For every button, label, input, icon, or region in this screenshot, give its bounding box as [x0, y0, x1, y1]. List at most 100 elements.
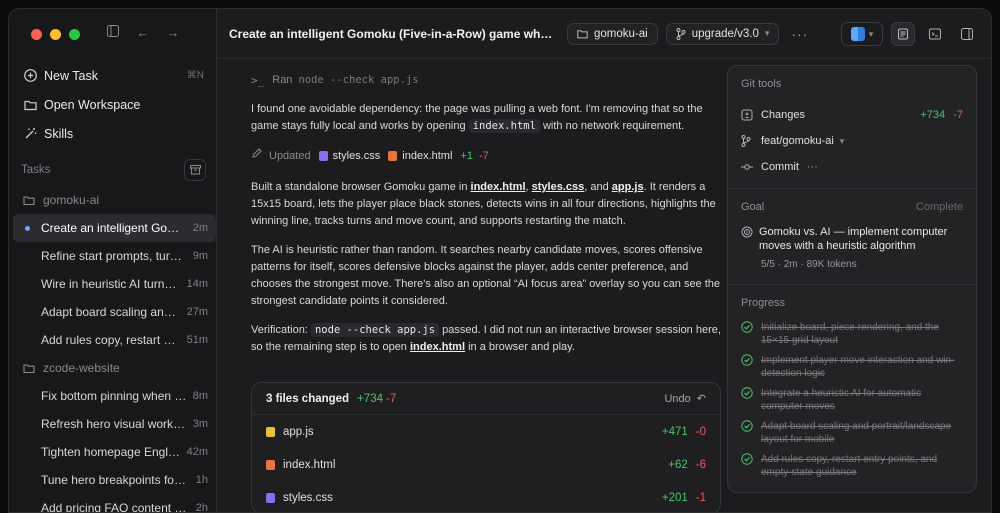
group-name: gomoku-ai: [43, 193, 100, 207]
file-name: index.html: [283, 458, 336, 471]
open-in-finder-button[interactable]: ▾: [841, 22, 883, 46]
progress-item: Integrate a heuristic AI for automatic c…: [741, 387, 963, 413]
files-changed-card: 3 files changed +734 -7 Undo ↶ app.js +4…: [251, 382, 721, 512]
text: Built a standalone browser Gomoku game i…: [251, 181, 468, 193]
message-paragraph: Built a standalone browser Gomoku game i…: [251, 179, 721, 230]
commit-row[interactable]: Commit ···: [741, 154, 963, 180]
task-age: 14m: [186, 278, 208, 290]
workspace-chip[interactable]: gomoku-ai: [567, 22, 658, 45]
folder-icon: [23, 195, 35, 206]
check-circle-icon: [741, 321, 754, 347]
task-group-gomoku-ai[interactable]: gomoku-ai: [13, 186, 216, 214]
git-tools-section: Git tools Changes +734 -7 feat/gomoku-ai…: [728, 66, 976, 189]
changed-file-row[interactable]: styles.css +201 -1: [252, 481, 720, 512]
task-item[interactable]: Tighten homepage English copy 42m: [13, 438, 216, 466]
files-changed-minus: -7: [386, 392, 397, 405]
inline-code: node --check app.js: [310, 323, 440, 337]
skills-button[interactable]: Skills: [21, 119, 206, 148]
new-task-button[interactable]: New Task ⌘N: [21, 61, 206, 90]
archive-icon[interactable]: [184, 159, 206, 181]
changes-row[interactable]: Changes +734 -7: [741, 102, 963, 128]
file-link[interactable]: app.js: [612, 181, 644, 193]
sidebar-toolbar: ← →: [105, 25, 181, 40]
changes-label: Changes: [761, 109, 806, 121]
progress-item: Add rules copy, restart entry points, an…: [741, 453, 963, 479]
progress-item: Initialize board, piece rendering, and t…: [741, 321, 963, 347]
files-changed-title: 3 files changed: [266, 392, 350, 405]
progress-item: Adapt board scaling and portrait/landsca…: [741, 420, 963, 446]
progress-section: Progress Initialize board, piece renderi…: [728, 285, 976, 479]
sidebar-right-icon: [961, 28, 973, 40]
check-circle-icon: [741, 453, 754, 479]
file-plus: +201: [661, 491, 688, 504]
task-item[interactable]: Fix bottom pinning when scrolling 8m: [13, 382, 216, 410]
goal-meta: 5/5 · 2m · 89K tokens: [761, 259, 857, 270]
more-options-icon[interactable]: ···: [791, 26, 808, 42]
message-paragraph: The AI is heuristic rather than random. …: [251, 244, 721, 307]
branch-row[interactable]: feat/gomoku-ai ▾: [741, 128, 963, 154]
task-item[interactable]: Add rules copy, restart entry points 51m: [13, 326, 216, 354]
progress-text: Integrate a heuristic AI for automatic c…: [761, 388, 922, 412]
file-link[interactable]: index.html: [471, 181, 526, 193]
goal-text: Gomoku vs. AI — implement computer moves…: [759, 226, 948, 252]
document-icon: [898, 28, 908, 40]
terminal-toggle[interactable]: [923, 22, 947, 46]
progress-text: Initialize board, piece rendering, and t…: [761, 322, 939, 346]
review-panel-toggle[interactable]: [891, 22, 915, 46]
task-item[interactable]: Wire in heuristic AI turns and scoring 1…: [13, 270, 216, 298]
file-link[interactable]: styles.css: [532, 181, 585, 193]
workspace-name: gomoku-ai: [594, 27, 648, 40]
back-arrow-icon[interactable]: ←: [135, 25, 151, 40]
right-panel-toggle[interactable]: [955, 22, 979, 46]
header: Create an intelligent Gomoku (Five-in-a-…: [217, 9, 991, 59]
task-item[interactable]: Tune hero breakpoints for mobile 1h: [13, 466, 216, 494]
goal-section: Goal Complete Gomoku vs. AI — implement …: [728, 189, 976, 285]
ran-command[interactable]: >_ Ran node --check app.js: [251, 71, 721, 89]
git-branch-icon: [676, 27, 686, 40]
changes-plus: +734: [920, 109, 946, 121]
new-task-label: New Task: [44, 68, 98, 83]
undo-button[interactable]: Undo ↶: [664, 392, 706, 406]
file-name: styles.css: [283, 491, 333, 504]
task-age: 8m: [192, 390, 208, 402]
section-header: Goal Complete: [741, 189, 963, 225]
forward-arrow-icon[interactable]: →: [165, 25, 181, 40]
progress-text: Adapt board scaling and portrait/landsca…: [761, 421, 952, 445]
section-header: Git tools: [741, 66, 963, 102]
undo-arrow-icon: ↶: [696, 393, 706, 405]
task-title: Create an intelligent Gomoku (Five-in-a-…: [41, 221, 187, 235]
more-options-icon[interactable]: ···: [807, 161, 818, 173]
file-link[interactable]: index.html: [410, 341, 465, 353]
active-task-dot: [25, 226, 30, 231]
terminal-prompt-icon: >_: [251, 73, 265, 87]
changed-file-row[interactable]: index.html +62 -6: [252, 448, 720, 481]
group-name: zcode-website: [43, 361, 120, 375]
task-item[interactable]: Create an intelligent Gomoku (Five-in-a-…: [13, 214, 216, 242]
goal-title: Goal: [741, 201, 765, 213]
close-window-button[interactable]: [31, 29, 42, 40]
commit-label: Commit: [761, 161, 799, 173]
html-file-icon: [388, 151, 398, 161]
changed-file-row[interactable]: app.js +471 -0: [252, 415, 720, 448]
goal-item: Gomoku vs. AI — implement computer moves…: [741, 225, 963, 253]
open-workspace-button[interactable]: Open Workspace: [21, 90, 206, 119]
task-age: 2h: [195, 502, 208, 513]
folder-icon: [23, 98, 37, 112]
minimize-window-button[interactable]: [50, 29, 61, 40]
task-item[interactable]: Refresh hero visual workflow 3m: [13, 410, 216, 438]
branch-selector[interactable]: upgrade/v3.0 ▾: [665, 22, 780, 45]
task-item[interactable]: Adapt board scaling and layout 27m: [13, 298, 216, 326]
progress-item: Implement player move interaction and wi…: [741, 354, 963, 380]
toggle-sidebar-icon[interactable]: [105, 25, 121, 40]
task-group-zcode-website[interactable]: zcode-website: [13, 354, 216, 382]
git-branch-icon: [741, 135, 755, 147]
updated-files[interactable]: Updated styles.css index.html +1 -7: [251, 147, 721, 165]
task-item[interactable]: Refine start prompts, turn indicators 9m: [13, 242, 216, 270]
task-item[interactable]: Add pricing FAQ content and layout 2h: [13, 494, 216, 513]
zoom-window-button[interactable]: [69, 29, 80, 40]
message-paragraph: I found one avoidable dependency: the pa…: [251, 101, 721, 135]
text: with no network requirement.: [542, 120, 685, 132]
new-task-shortcut: ⌘N: [186, 70, 204, 81]
app-window: ← → New Task ⌘N Open Workspace Skills Ta…: [8, 8, 992, 513]
chevron-down-icon: ▾: [868, 28, 874, 39]
